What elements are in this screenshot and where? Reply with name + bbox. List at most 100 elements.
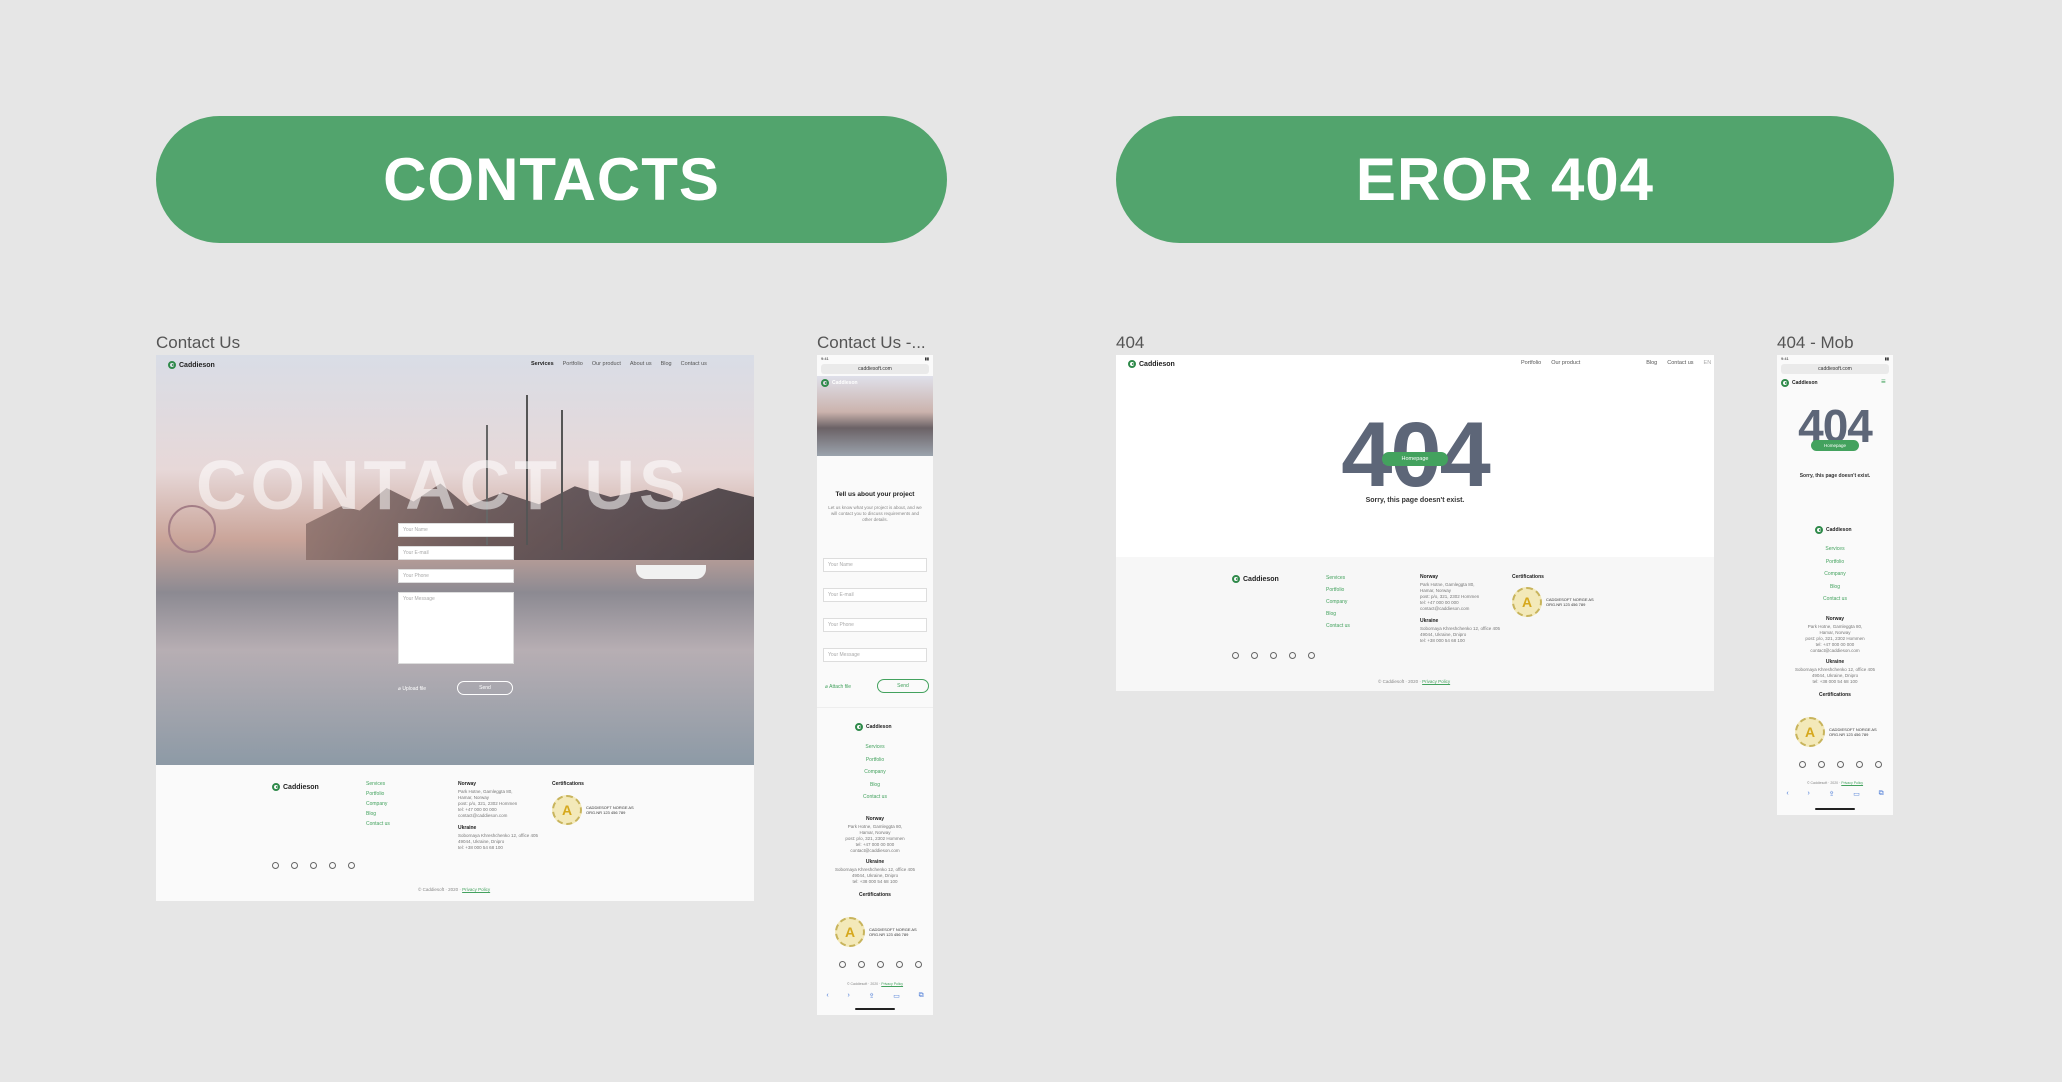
homepage-button[interactable]: Homepage: [1811, 440, 1859, 451]
norway-line[interactable]: contact@caddieson.com: [1777, 648, 1893, 654]
url-bar[interactable]: caddiesoft.com: [821, 364, 929, 374]
mobile-footer-logo[interactable]: Caddieson: [1815, 526, 1852, 534]
back-icon[interactable]: ‹: [826, 992, 828, 1000]
footer-logo[interactable]: Caddieson: [272, 783, 319, 791]
dribbble-icon[interactable]: [896, 961, 903, 968]
mobile-message-field[interactable]: Your Message: [823, 648, 927, 662]
bookmarks-icon[interactable]: ▭: [1853, 790, 1860, 798]
nav-item-portfolio[interactable]: Portfolio: [563, 361, 583, 367]
footer-link-services[interactable]: Services: [817, 741, 933, 754]
footer-link-company[interactable]: Company: [366, 799, 390, 809]
facebook-icon[interactable]: [1818, 761, 1825, 768]
tabs-icon[interactable]: ⧉: [919, 992, 924, 1000]
mobile-send-button[interactable]: Send: [877, 679, 929, 693]
hamburger-menu-icon[interactable]: ≡: [1881, 377, 1886, 386]
logo[interactable]: Caddieson: [1128, 360, 1175, 368]
facebook-icon[interactable]: [858, 961, 865, 968]
footer-link-services[interactable]: Services: [366, 779, 390, 789]
footer-link-contact-us[interactable]: Contact us: [817, 791, 933, 804]
footer-link-company[interactable]: Company: [1326, 596, 1350, 608]
linkedin-icon[interactable]: [1232, 652, 1239, 659]
share-icon[interactable]: ⇪: [1829, 790, 1835, 798]
mobile-phone-field[interactable]: Your Phone: [823, 618, 927, 632]
dribbble-icon[interactable]: [329, 862, 336, 869]
board-label-error-mobile[interactable]: 404 - Mob: [1777, 333, 1854, 353]
behance-icon[interactable]: [1308, 652, 1315, 659]
privacy-policy-link[interactable]: Privacy Policy: [881, 982, 903, 986]
nav-item-contact-us[interactable]: Contact us: [681, 361, 707, 367]
email-field[interactable]: Your E-mail: [398, 546, 514, 560]
facebook-icon[interactable]: [291, 862, 298, 869]
mobile-logo[interactable]: Caddieson: [1781, 379, 1818, 387]
mobile-certificate[interactable]: A CADDIESOFT NORGE AS ORG.NR 123 456 789: [835, 917, 917, 947]
footer-link-blog[interactable]: Blog: [817, 779, 933, 792]
nav-item-portfolio[interactable]: Portfolio: [1521, 360, 1541, 366]
mobile-attach-file-link[interactable]: ⌀ Attach file: [825, 684, 851, 690]
norway-line[interactable]: contact@caddieson.com: [1420, 606, 1500, 612]
nav-item-blog[interactable]: Blog: [661, 361, 672, 367]
instagram-icon[interactable]: [310, 862, 317, 869]
behance-icon[interactable]: [1875, 761, 1882, 768]
nav-item-our-product[interactable]: Our product: [592, 361, 621, 367]
instagram-icon[interactable]: [1837, 761, 1844, 768]
upload-file-link[interactable]: ⌀ Upload file: [398, 686, 426, 692]
footer-link-services[interactable]: Services: [1326, 572, 1350, 584]
linkedin-icon[interactable]: [839, 961, 846, 968]
instagram-icon[interactable]: [877, 961, 884, 968]
mobile-name-field[interactable]: Your Name: [823, 558, 927, 572]
share-icon[interactable]: ⇪: [869, 992, 875, 1000]
forward-icon[interactable]: ›: [847, 992, 849, 1000]
footer-link-blog[interactable]: Blog: [366, 809, 390, 819]
footer-link-company[interactable]: Company: [1777, 568, 1893, 581]
behance-icon[interactable]: [348, 862, 355, 869]
certificate[interactable]: A CADDIESOFT NORGE AS ORG.NR 123 456 789: [1512, 587, 1594, 617]
send-button[interactable]: Send: [457, 681, 513, 695]
footer-logo[interactable]: Caddieson: [1232, 575, 1279, 583]
nav-item-our-product[interactable]: Our product: [1551, 360, 1580, 366]
footer-link-portfolio[interactable]: Portfolio: [817, 754, 933, 767]
dribbble-icon[interactable]: [1289, 652, 1296, 659]
linkedin-icon[interactable]: [1799, 761, 1806, 768]
footer-link-contact-us[interactable]: Contact us: [1777, 593, 1893, 606]
facebook-icon[interactable]: [1251, 652, 1258, 659]
back-icon[interactable]: ‹: [1786, 790, 1788, 798]
homepage-button[interactable]: Homepage: [1382, 452, 1448, 466]
behance-icon[interactable]: [915, 961, 922, 968]
mobile-footer-logo[interactable]: Caddieson: [855, 723, 892, 731]
norway-line[interactable]: contact@caddieson.com: [458, 813, 538, 819]
language-switch[interactable]: EN: [1704, 360, 1712, 366]
privacy-policy-link[interactable]: Privacy Policy: [462, 887, 490, 892]
mobile-certificate[interactable]: A CADDIESOFT NORGE AS ORG.NR 123 456 789: [1795, 717, 1877, 747]
footer-link-blog[interactable]: Blog: [1777, 581, 1893, 594]
phone-field[interactable]: Your Phone: [398, 569, 514, 583]
forward-icon[interactable]: ›: [1807, 790, 1809, 798]
privacy-policy-link[interactable]: Privacy Policy: [1422, 679, 1450, 684]
board-label-contact-mobile[interactable]: Contact Us -...: [817, 333, 926, 353]
board-label-contact-desktop[interactable]: Contact Us: [156, 333, 240, 353]
bookmarks-icon[interactable]: ▭: [893, 992, 900, 1000]
nav-item-contact-us[interactable]: Contact us: [1667, 360, 1693, 366]
certificate[interactable]: A CADDIESOFT NORGE AS ORG.NR 123 456 789: [552, 795, 634, 825]
logo[interactable]: Caddieson: [168, 361, 215, 369]
board-label-error-desktop[interactable]: 404: [1116, 333, 1144, 353]
url-bar[interactable]: caddiesoft.com: [1781, 364, 1889, 374]
mobile-logo[interactable]: Caddieson: [821, 379, 858, 387]
mobile-email-field[interactable]: Your E-mail: [823, 588, 927, 602]
footer-link-services[interactable]: Services: [1777, 543, 1893, 556]
footer-link-contact-us[interactable]: Contact us: [366, 819, 390, 829]
privacy-policy-link[interactable]: Privacy Policy: [1841, 781, 1863, 785]
nav-item-about-us[interactable]: About us: [630, 361, 652, 367]
footer-link-contact-us[interactable]: Contact us: [1326, 620, 1350, 632]
footer-link-portfolio[interactable]: Portfolio: [1777, 556, 1893, 569]
message-field[interactable]: Your Message: [398, 592, 514, 664]
footer-link-portfolio[interactable]: Portfolio: [1326, 584, 1350, 596]
instagram-icon[interactable]: [1270, 652, 1277, 659]
footer-link-portfolio[interactable]: Portfolio: [366, 789, 390, 799]
footer-link-blog[interactable]: Blog: [1326, 608, 1350, 620]
nav-item-blog[interactable]: Blog: [1646, 360, 1657, 366]
dribbble-icon[interactable]: [1856, 761, 1863, 768]
tabs-icon[interactable]: ⧉: [1879, 790, 1884, 798]
linkedin-icon[interactable]: [272, 862, 279, 869]
nav-item-services[interactable]: Services: [531, 361, 554, 367]
norway-line[interactable]: contact@caddieson.com: [817, 848, 933, 854]
